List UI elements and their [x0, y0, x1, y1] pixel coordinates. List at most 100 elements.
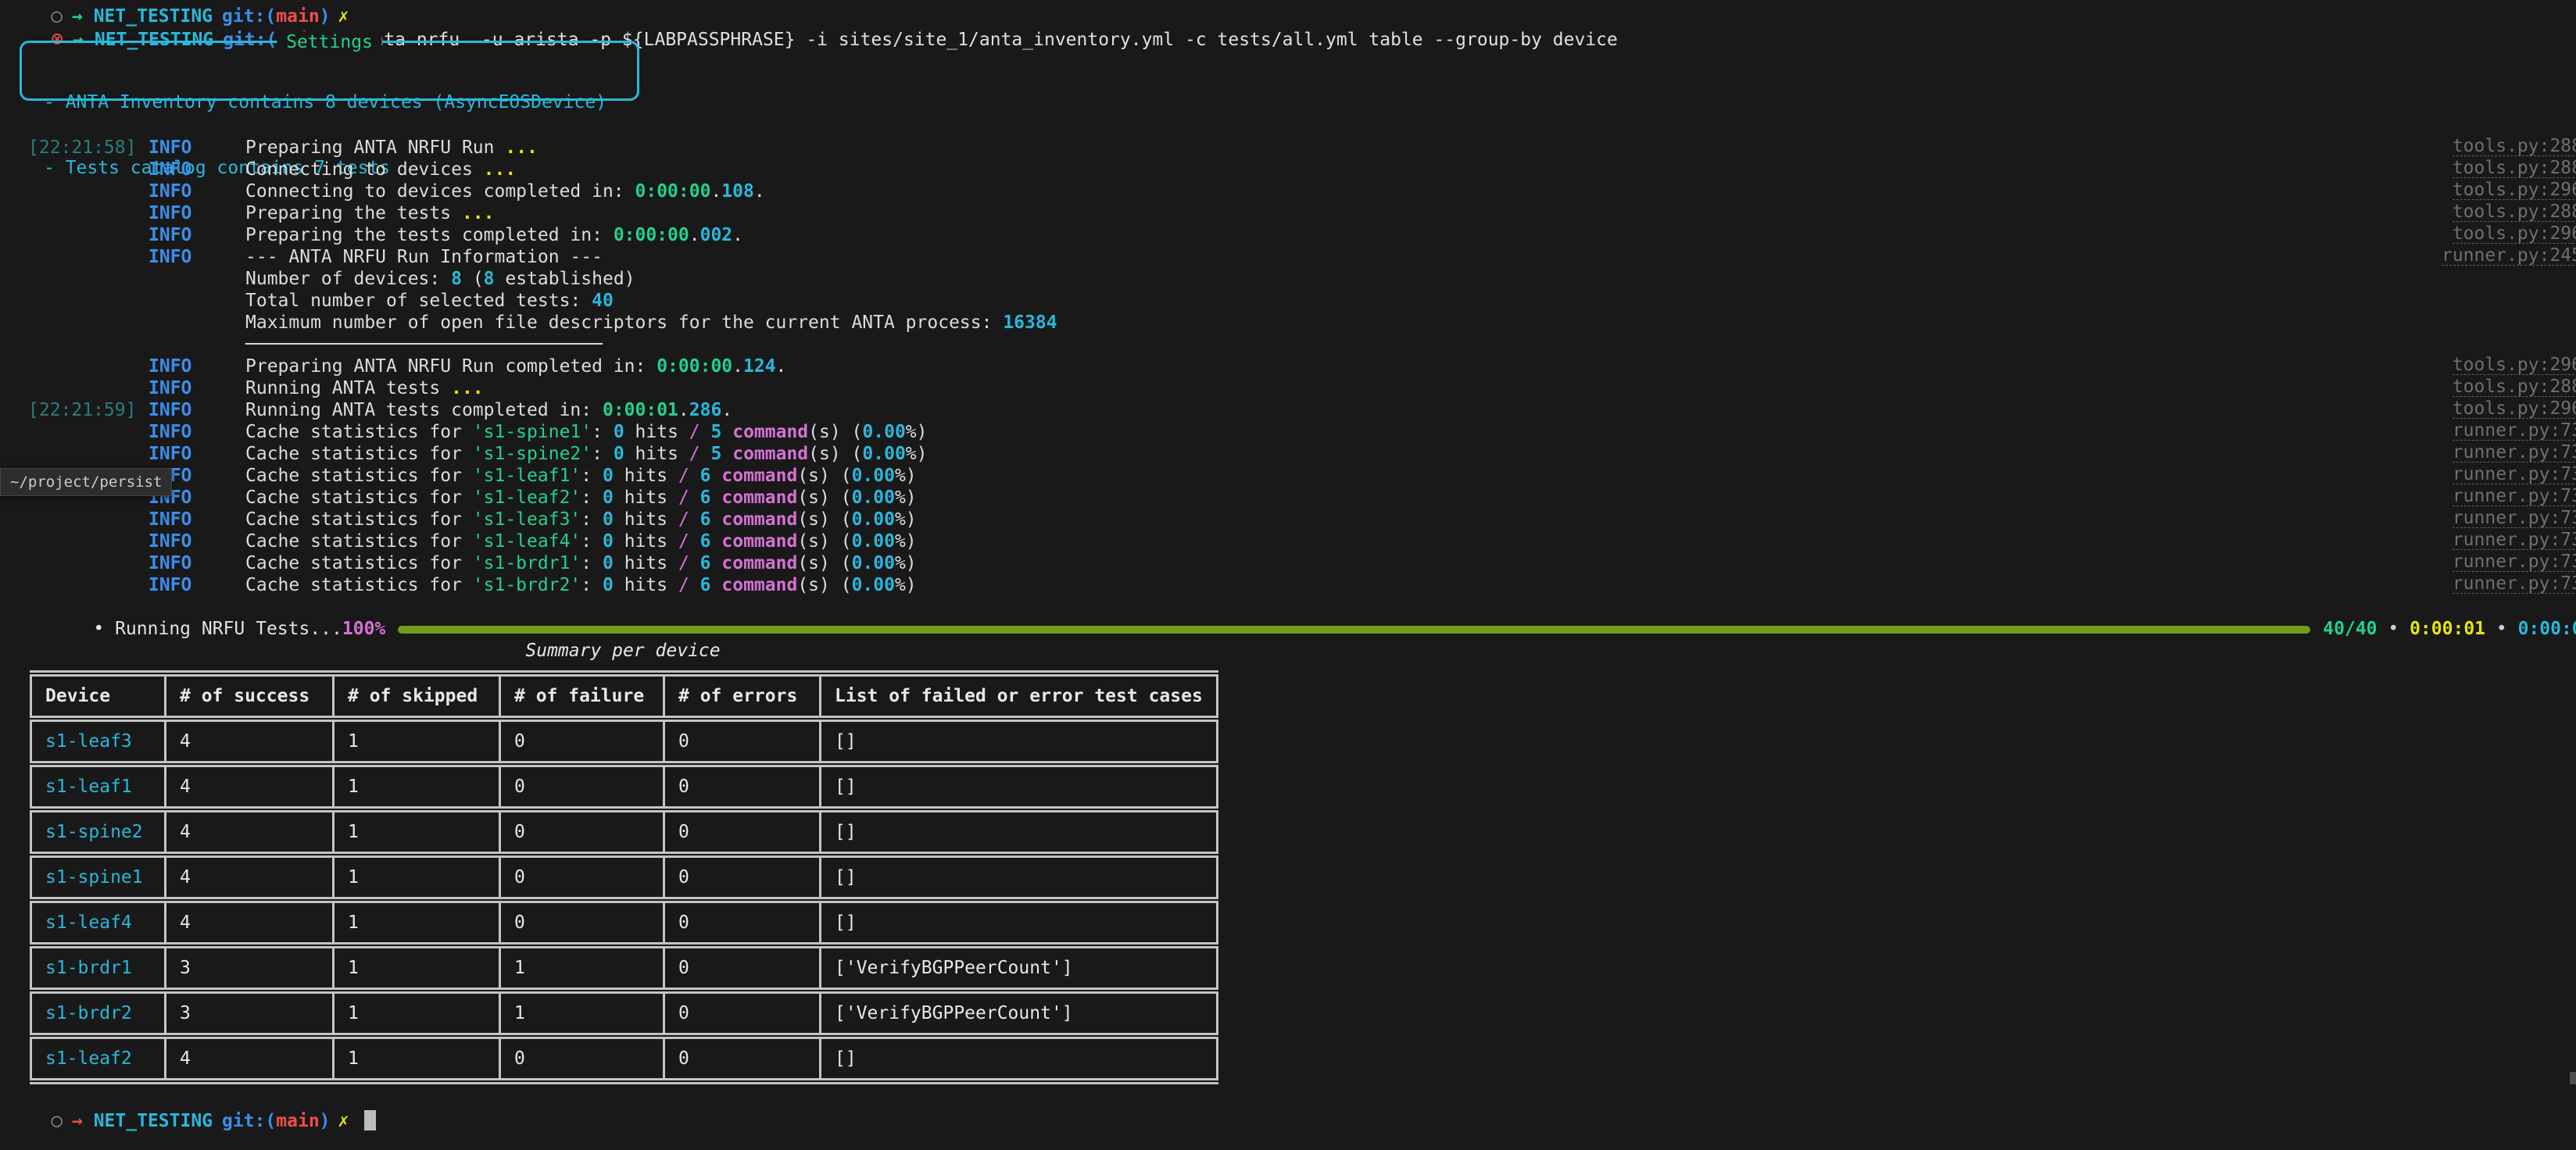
scrollbar-thumb[interactable] [2570, 1072, 2576, 1084]
table-row: s1-spine14100[] [31, 855, 1218, 900]
log-file-link[interactable]: tools.py:288 [2453, 137, 2576, 156]
log-file-link[interactable]: runner.py:73 [2453, 509, 2576, 528]
log-segment [689, 531, 700, 552]
log-segment: 0 [603, 553, 614, 573]
log-segment: (s) ( [808, 444, 862, 464]
log-file-link[interactable]: tools.py:296 [2453, 224, 2576, 244]
log-segment: Preparing ANTA NRFU Run [245, 138, 505, 158]
log-line: INFOCache statistics for 's1-brdr2': 0 h… [0, 574, 2576, 596]
table-cell: 1 [334, 809, 500, 855]
header-device: Device [31, 673, 166, 719]
log-segment: . [710, 181, 721, 202]
table-cell: 0 [664, 855, 821, 900]
log-segment: Cache statistics for [245, 466, 473, 486]
log-segment: 's1-leaf3' [473, 509, 581, 530]
table-cell: 1 [334, 945, 500, 991]
log-file-link[interactable]: tools.py:288 [2453, 159, 2576, 178]
command-line: ⊗→NET_TESTINGgit:(main)✗anta nrfu -u ari… [0, 6, 2576, 28]
table-cell: 1 [500, 991, 664, 1036]
table-cell: 0 [664, 900, 821, 945]
table-cell: 0 [500, 900, 664, 945]
log-segment [700, 422, 711, 442]
log-segment: 0:00:01 [603, 400, 678, 420]
log-file-link[interactable]: runner.py:73 [2453, 443, 2576, 462]
log-file-link[interactable]: runner.py:73 [2453, 530, 2576, 550]
log-segment: 124 [743, 356, 776, 377]
table-cell: [] [821, 719, 1218, 764]
log-segment: Running ANTA tests completed in: [245, 400, 603, 420]
log-file-link[interactable]: tools.py:296 [2453, 180, 2576, 200]
log-line: ───────────────────────────────── [0, 334, 2576, 355]
log-file-link[interactable]: runner.py:73 [2453, 421, 2576, 441]
table-cell: 0 [500, 855, 664, 900]
log-file-link[interactable]: runner.py:73 [2453, 574, 2576, 594]
device-cell: s1-leaf4 [31, 900, 166, 945]
progress-separator: • [2485, 619, 2518, 639]
log-file-link[interactable]: tools.py:296 [2453, 355, 2576, 375]
device-cell: s1-spine1 [31, 855, 166, 900]
log-file-link[interactable]: tools.py:288 [2453, 202, 2576, 222]
log-file-link[interactable]: tools.py:288 [2453, 377, 2576, 397]
table-row: s1-brdr23110['VerifyBGPPeerCount'] [31, 991, 1218, 1036]
log-level: INFO [148, 377, 245, 399]
table-cell: 4 [166, 1036, 334, 1081]
log-timestamp: [22:21:58] [28, 137, 148, 159]
log-line: INFOCache statistics for 's1-leaf2': 0 h… [0, 487, 2576, 509]
log-segment: : [581, 509, 603, 530]
log-line: [22:21:58]INFOPreparing ANTA NRFU Run ..… [0, 137, 2576, 159]
table-cell: 4 [166, 900, 334, 945]
log-segment: established) [495, 269, 635, 289]
log-segment: Cache statistics for [245, 488, 473, 508]
log-segment: command [721, 575, 797, 595]
git-suffix: ) [320, 1111, 331, 1131]
log-file-link[interactable]: tools.py:296 [2453, 399, 2576, 419]
log-segment: . [776, 356, 787, 377]
log-level: INFO [148, 159, 245, 180]
log-level: INFO [148, 137, 245, 159]
log-file-link[interactable]: runner.py:245 [2442, 246, 2576, 266]
log-segment: command [721, 509, 797, 530]
log-segment: 6 [700, 531, 711, 552]
device-cell: s1-leaf3 [31, 719, 166, 764]
log-segment: (s) ( [797, 575, 851, 595]
active-prompt-line[interactable]: ○→NET_TESTINGgit:(main)✗ [0, 1088, 2576, 1109]
log-level: INFO [148, 530, 245, 552]
log-segment: --- ANTA NRFU Run Information --- [245, 247, 603, 267]
table-cell: 0 [664, 719, 821, 764]
log-segment: 0 [603, 488, 614, 508]
table-cell: 0 [500, 1036, 664, 1081]
log-segment: hits [614, 509, 678, 530]
log-line: INFO--- ANTA NRFU Run Information ---run… [0, 246, 2576, 268]
log-segment: 's1-leaf4' [473, 531, 581, 552]
log-segment: 0.00 [852, 531, 895, 552]
progress-elapsed-time: 0:00:01 [2410, 619, 2485, 639]
log-segment: 's1-brdr2' [473, 575, 581, 595]
log-segment: : [581, 553, 603, 573]
log-segment: 108 [721, 181, 754, 202]
log-segment: Number of devices: [245, 269, 451, 289]
log-segment [711, 531, 722, 552]
log-line: INFOCache statistics for 's1-spine2': 0 … [0, 443, 2576, 465]
table-row: s1-leaf44100[] [31, 900, 1218, 945]
table-cell: 0 [664, 1036, 821, 1081]
header-skipped: # of skipped [334, 673, 500, 719]
log-level: INFO [148, 399, 245, 421]
log-segment: 0.00 [852, 575, 895, 595]
terminal-cursor [364, 1110, 376, 1130]
log-segment: ... [451, 378, 484, 398]
log-file-link[interactable]: runner.py:73 [2453, 487, 2576, 506]
log-level: INFO [148, 443, 245, 465]
terminal-window[interactable]: ○→NET_TESTINGgit:(main)✗ ⊗→NET_TESTINGgi… [0, 0, 2576, 1150]
log-line: INFORunning ANTA tests ...tools.py:288 [0, 377, 2576, 399]
log-file-link[interactable]: runner.py:73 [2453, 552, 2576, 572]
log-segment: 0:00:00 [614, 225, 689, 245]
table-cell: 0 [664, 764, 821, 809]
table-cell: 1 [334, 900, 500, 945]
log-segment: %) [895, 466, 917, 486]
log-segment: Cache statistics for [245, 575, 473, 595]
header-failure: # of failure [500, 673, 664, 719]
log-segment: (s) ( [797, 466, 851, 486]
log-segment: %) [895, 553, 917, 573]
log-file-link[interactable]: runner.py:73 [2453, 465, 2576, 484]
log-segment [689, 509, 700, 530]
